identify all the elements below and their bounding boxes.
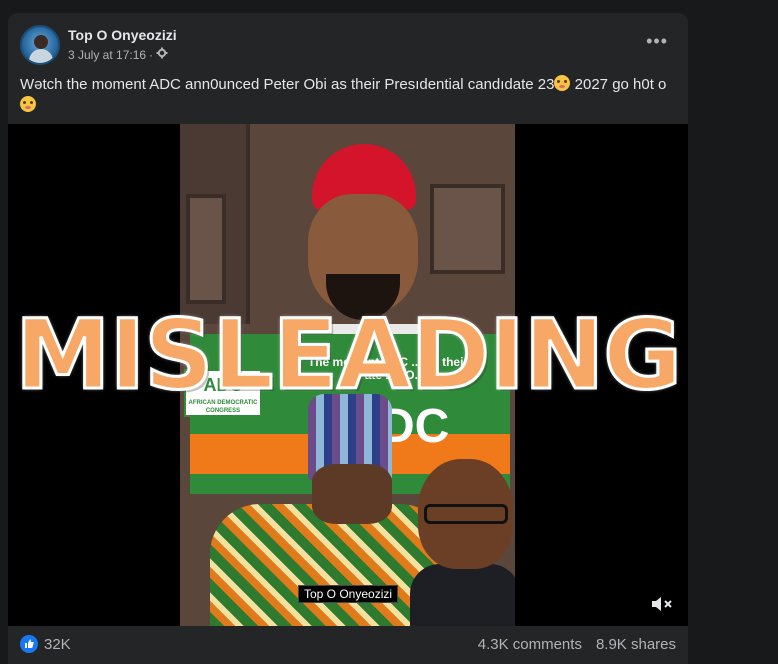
post-footer: 32K 4.3K comments 8.9K shares [20,633,676,657]
post-card: Top O Onyeozizi 3 July at 17:16 · ••• Wə… [8,13,688,664]
post-caption: Wətch the moment ADC ann0unced Peter Obi… [20,74,676,116]
muted-speaker-icon[interactable] [650,594,674,614]
video-player[interactable]: The moment ADC ... ed their ... ate P...… [8,124,688,626]
post-timestamp[interactable]: 3 July at 17:16 [68,48,146,62]
comments-count[interactable]: 4.3K comments [478,636,582,653]
obi-suit [410,564,515,626]
meta-separator: · [149,47,154,62]
post-meta: 3 July at 17:16 · [68,47,168,62]
like-reaction-icon[interactable] [20,635,38,653]
post-header: Top O Onyeozizi 3 July at 17:16 · ••• [20,25,676,65]
engagement-stats: 4.3K comments 8.9K shares [478,636,676,653]
caption-text-part1: Wətch the moment ADC ann0unced Peter Obi… [20,76,555,93]
author-name[interactable]: Top O Onyeozizi [68,27,177,43]
more-options-icon[interactable]: ••• [646,31,668,52]
reactions-count[interactable]: 32K [44,636,71,653]
obi-glasses [424,504,508,524]
flushed-emoji-icon [554,75,571,91]
speaker-face [312,464,392,524]
caption-text-part2: 2027 go h0t o [570,76,667,93]
shares-count[interactable]: 8.9K shares [596,636,676,653]
misleading-overlay-label: MISLEADING [14,298,684,413]
author-avatar[interactable] [20,25,60,65]
video-name-tag: Top O Onyeozizi [298,585,399,603]
audience-gear-icon[interactable] [156,47,168,62]
flushed-emoji-icon [20,96,36,112]
